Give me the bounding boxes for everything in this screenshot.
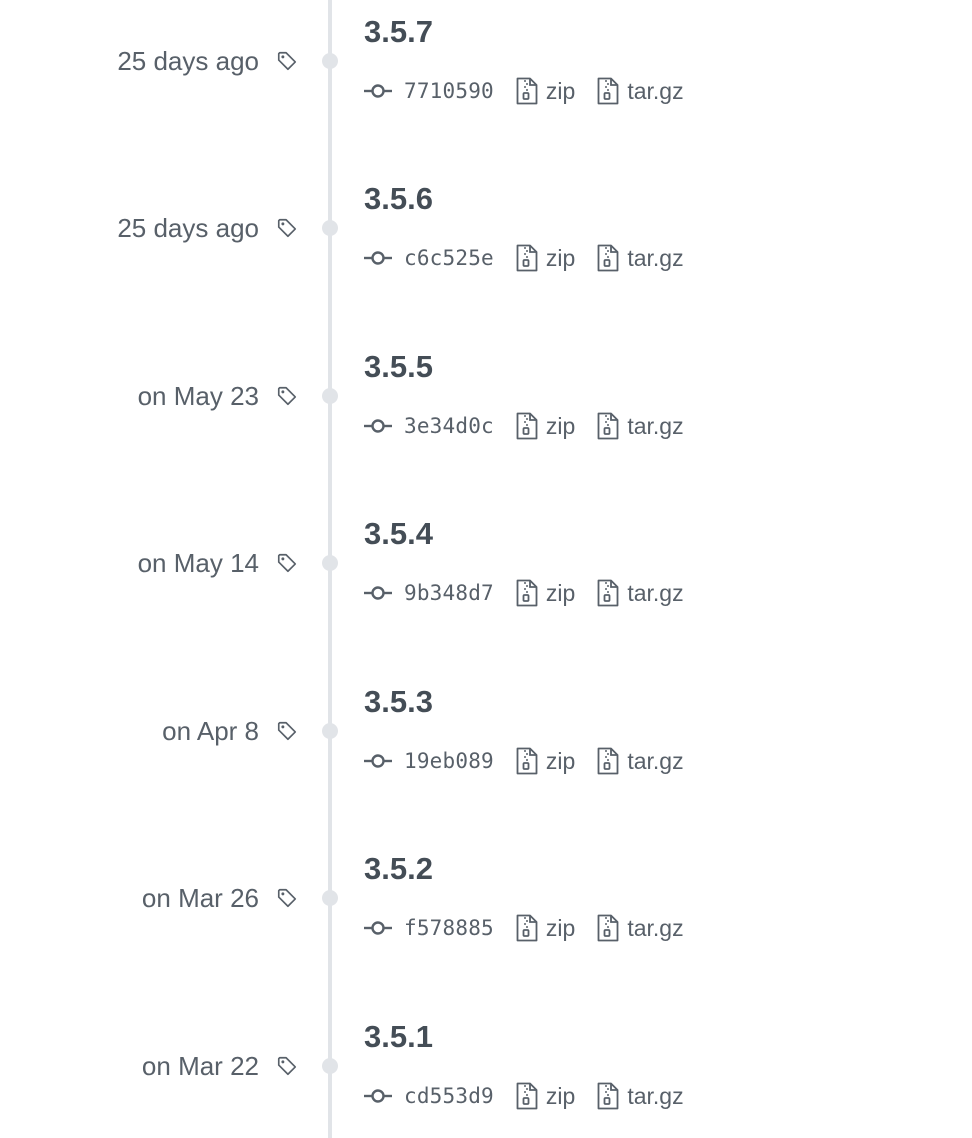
- release-version-link[interactable]: 3.5.1: [364, 1017, 433, 1057]
- file-zip-icon: [516, 412, 538, 440]
- tar-label: tar.gz: [627, 412, 684, 439]
- timeline-dot: [322, 890, 338, 906]
- commit-sha-link[interactable]: 7710590: [404, 79, 494, 103]
- zip-label: zip: [545, 77, 576, 104]
- tar-label: tar.gz: [627, 914, 684, 941]
- timeline-dot: [322, 555, 338, 571]
- tar-label: tar.gz: [627, 579, 684, 606]
- commit-sha-link[interactable]: 3e34d0c: [404, 414, 494, 438]
- file-zip-icon: [597, 412, 619, 440]
- git-commit-icon: [364, 921, 392, 935]
- download-tar-link[interactable]: tar.gz: [597, 747, 684, 775]
- zip-label: zip: [545, 579, 576, 606]
- release-version-link[interactable]: 3.5.2: [364, 849, 433, 889]
- file-zip-icon: [516, 77, 538, 105]
- file-zip-icon: [516, 1082, 538, 1110]
- file-zip-icon: [597, 244, 619, 272]
- file-zip-icon: [597, 579, 619, 607]
- git-commit-icon: [364, 1089, 392, 1103]
- commit-sha-link[interactable]: f578885: [404, 916, 494, 940]
- file-zip-icon: [516, 747, 538, 775]
- commit-sha-link[interactable]: 9b348d7: [404, 581, 494, 605]
- commit-sha-link[interactable]: cd553d9: [404, 1084, 494, 1108]
- file-zip-icon: [516, 914, 538, 942]
- tag-icon: [277, 888, 297, 908]
- tag-icon: [277, 218, 297, 238]
- zip-label: zip: [545, 747, 576, 774]
- git-commit-icon: [364, 251, 392, 265]
- commit-sha-link[interactable]: 19eb089: [404, 749, 494, 773]
- release-date: on Mar 22: [141, 1051, 259, 1081]
- download-zip-link[interactable]: zip: [516, 579, 575, 607]
- release-meta: cd553d9 zip tar.gz: [364, 1078, 706, 1114]
- zip-label: zip: [545, 244, 576, 271]
- zip-label: zip: [545, 914, 576, 941]
- git-commit-icon: [364, 586, 392, 600]
- release-meta: 9b348d7 zip tar.gz: [364, 575, 706, 611]
- zip-label: zip: [545, 1082, 576, 1109]
- download-tar-link[interactable]: tar.gz: [597, 1082, 684, 1110]
- release-date: 25 days ago: [117, 213, 259, 243]
- release-date: on May 23: [137, 381, 259, 411]
- release-version-link[interactable]: 3.5.4: [364, 514, 433, 554]
- download-zip-link[interactable]: zip: [516, 77, 575, 105]
- download-zip-link[interactable]: zip: [516, 244, 575, 272]
- download-zip-link[interactable]: zip: [516, 412, 575, 440]
- timeline-dot: [322, 220, 338, 236]
- file-zip-icon: [516, 579, 538, 607]
- release-meta: 3e34d0c zip tar.gz: [364, 408, 706, 444]
- zip-label: zip: [545, 412, 576, 439]
- release-meta: 7710590 zip tar.gz: [364, 73, 706, 109]
- release-date: on May 14: [137, 548, 259, 578]
- release-version-link[interactable]: 3.5.7: [364, 12, 433, 52]
- download-zip-link[interactable]: zip: [516, 914, 575, 942]
- release-item: on May 23 3.5.5 3e34d0c zip tar.gz: [0, 335, 972, 445]
- download-zip-link[interactable]: zip: [516, 747, 575, 775]
- release-meta: f578885 zip tar.gz: [364, 910, 706, 946]
- tar-label: tar.gz: [627, 77, 684, 104]
- tar-label: tar.gz: [627, 747, 684, 774]
- file-zip-icon: [516, 244, 538, 272]
- file-zip-icon: [597, 914, 619, 942]
- timeline-dot: [322, 723, 338, 739]
- release-meta: c6c525e zip tar.gz: [364, 240, 706, 276]
- tag-icon: [277, 553, 297, 573]
- timeline-dot: [322, 388, 338, 404]
- timeline-dot: [322, 53, 338, 69]
- tag-icon: [277, 1056, 297, 1076]
- timeline-dot: [322, 1058, 338, 1074]
- download-tar-link[interactable]: tar.gz: [597, 579, 684, 607]
- commit-sha-link[interactable]: c6c525e: [404, 246, 494, 270]
- release-item: 25 days ago 3.5.6 c6c525e zip tar.gz: [0, 167, 972, 277]
- file-zip-icon: [597, 747, 619, 775]
- release-version-link[interactable]: 3.5.5: [364, 347, 433, 387]
- download-tar-link[interactable]: tar.gz: [597, 914, 684, 942]
- release-item: on Mar 22 3.5.1 cd553d9 zip tar.gz: [0, 1005, 972, 1115]
- release-item: 25 days ago 3.5.7 7710590 zip tar.gz: [0, 0, 972, 110]
- release-item: on Apr 8 3.5.3 19eb089 zip tar.gz: [0, 670, 972, 780]
- release-item: on Mar 26 3.5.2 f578885 zip tar.gz: [0, 837, 972, 947]
- file-zip-icon: [597, 77, 619, 105]
- release-date: 25 days ago: [117, 46, 259, 76]
- download-tar-link[interactable]: tar.gz: [597, 244, 684, 272]
- tar-label: tar.gz: [627, 244, 684, 271]
- git-commit-icon: [364, 754, 392, 768]
- release-date: on Mar 26: [141, 883, 259, 913]
- tag-icon: [277, 721, 297, 741]
- git-commit-icon: [364, 84, 392, 98]
- download-zip-link[interactable]: zip: [516, 1082, 575, 1110]
- git-commit-icon: [364, 419, 392, 433]
- tag-icon: [277, 51, 297, 71]
- release-item: on May 14 3.5.4 9b348d7 zip tar.gz: [0, 502, 972, 612]
- download-tar-link[interactable]: tar.gz: [597, 412, 684, 440]
- release-version-link[interactable]: 3.5.3: [364, 682, 433, 722]
- release-version-link[interactable]: 3.5.6: [364, 179, 433, 219]
- tag-icon: [277, 386, 297, 406]
- download-tar-link[interactable]: tar.gz: [597, 77, 684, 105]
- release-meta: 19eb089 zip tar.gz: [364, 743, 706, 779]
- tar-label: tar.gz: [627, 1082, 684, 1109]
- file-zip-icon: [597, 1082, 619, 1110]
- release-date: on Apr 8: [162, 716, 259, 746]
